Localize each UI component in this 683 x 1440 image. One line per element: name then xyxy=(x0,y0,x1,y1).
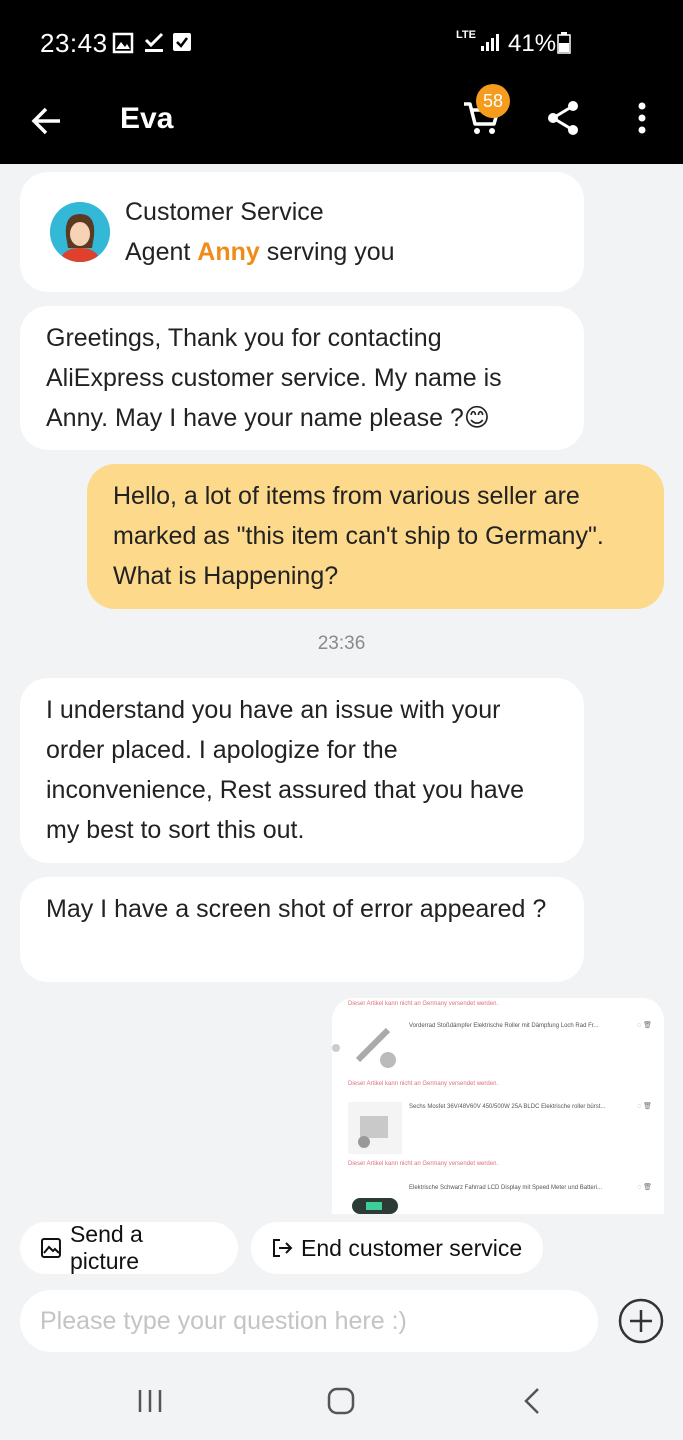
screenshot-radio xyxy=(332,1044,340,1052)
add-attachment-icon[interactable] xyxy=(618,1298,664,1344)
screenshot-warning-text: Dieser Artikel kann nicht an Germany ver… xyxy=(348,1001,499,1007)
agent-card-title: Customer Service xyxy=(125,198,324,226)
screenshot-warning-text: Dieser Artikel kann nicht an Germany ver… xyxy=(348,1161,499,1167)
back-arrow-icon[interactable] xyxy=(30,104,64,138)
send-picture-button[interactable]: Send a picture xyxy=(20,1221,238,1274)
screenshot-thumbnail xyxy=(348,1102,402,1154)
agent-card-subtitle: Agent Anny serving you xyxy=(125,232,395,272)
agent-message: I understand you have an issue with your… xyxy=(20,678,584,863)
home-icon[interactable] xyxy=(326,1386,356,1416)
lcd-display-image xyxy=(348,1184,402,1214)
agent-avatar xyxy=(50,202,110,262)
user-message: Hello, a lot of items from various selle… xyxy=(87,464,664,609)
share-icon[interactable] xyxy=(546,100,580,136)
agent-message: May I have a screen shot of error appear… xyxy=(20,877,584,982)
system-nav-bar xyxy=(0,1362,683,1440)
app-bar: Eva 58 xyxy=(0,84,683,164)
screenshot-item-title: Vorderrad Stoßdämpfer Elektrische Roller… xyxy=(409,1023,599,1029)
recents-icon[interactable] xyxy=(136,1388,164,1414)
agent-info-card: Customer Service Agent Anny serving you xyxy=(20,172,584,292)
screenshot-thumbnail xyxy=(348,1184,402,1214)
end-service-label: End customer service xyxy=(301,1234,523,1261)
screenshot-item-title: Elektrische Schwarz Fahrrad LCD Display … xyxy=(409,1185,603,1191)
agent-name: Anny xyxy=(197,238,260,266)
battery-percent: 41% xyxy=(508,30,557,57)
agent-message: Greetings, Thank you for contacting AliE… xyxy=(20,306,584,450)
signal-icon xyxy=(481,34,499,51)
more-options-icon[interactable] xyxy=(632,100,652,136)
exit-icon xyxy=(273,1239,293,1257)
battery-icon xyxy=(557,32,571,54)
screenshot-item-actions: ◌ 🗑 xyxy=(637,1022,652,1029)
network-type: LTE xyxy=(456,29,476,41)
screenshot-item-actions: ◌ 🗑 xyxy=(637,1184,652,1191)
controller-image xyxy=(348,1102,402,1154)
user-screenshot-message[interactable]: Dieser Artikel kann nicht an Germany ver… xyxy=(332,998,664,1214)
screenshot-item-title: Sechs Mosfet 36V/48V60V 450/500W 25A BLD… xyxy=(409,1104,606,1110)
task-done-icon xyxy=(144,32,164,52)
screenshot-thumbnail xyxy=(348,1020,402,1072)
chat-title: Eva xyxy=(120,102,174,135)
gallery-icon xyxy=(112,32,134,54)
screenshot-warning-text: Dieser Artikel kann nicht an Germany ver… xyxy=(348,1081,499,1087)
nav-back-icon[interactable] xyxy=(520,1386,544,1416)
shock-absorber-image xyxy=(348,1020,402,1072)
agent-avatar-icon xyxy=(50,202,110,262)
status-bar: 23:43 LTE 41% xyxy=(0,0,683,84)
cart-count-badge: 58 xyxy=(476,84,510,118)
message-timestamp: 23:36 xyxy=(317,633,366,654)
checkbox-notification-icon xyxy=(173,33,191,51)
agent-prefix: Agent xyxy=(125,238,198,266)
status-time: 23:43 xyxy=(40,28,108,58)
agent-suffix: serving you xyxy=(259,238,395,266)
send-picture-label: Send a picture xyxy=(69,1221,143,1274)
question-input[interactable] xyxy=(20,1290,598,1352)
screenshot-item-actions: ◌ 🗑 xyxy=(637,1103,652,1110)
picture-icon xyxy=(40,1238,61,1258)
end-service-button[interactable]: End customer service xyxy=(251,1222,543,1274)
